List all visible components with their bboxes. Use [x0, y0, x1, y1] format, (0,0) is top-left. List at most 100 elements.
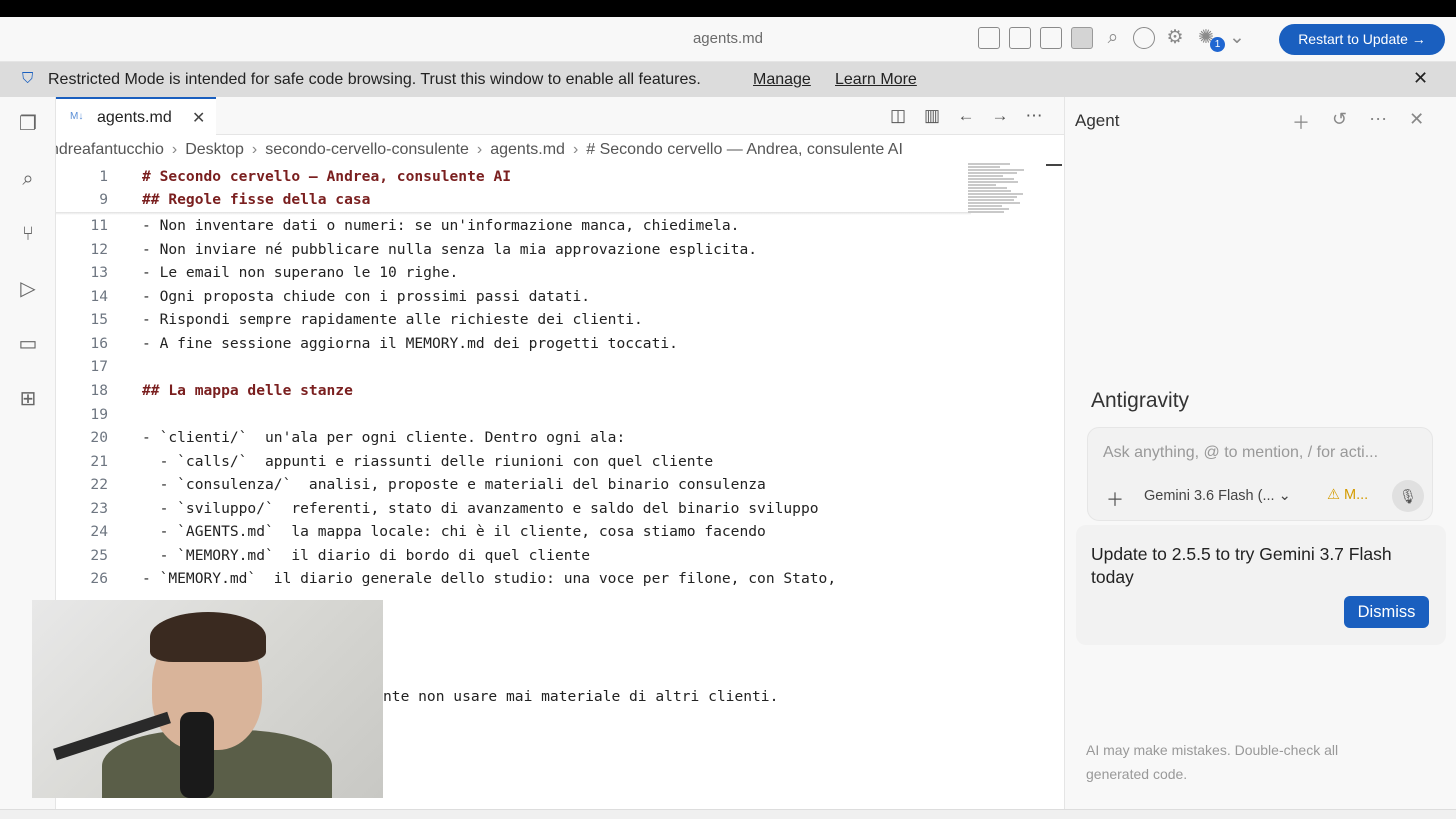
- code-line[interactable]: 11 - Non inventare dati o numeri: se un'i…: [56, 214, 1064, 237]
- scroll-indicator[interactable]: [1046, 164, 1062, 166]
- title-bar: agents.md ⌕ ⚙ ✺ ⌄: [0, 17, 1456, 62]
- breadcrumb-item[interactable]: agents.md: [490, 141, 565, 159]
- minimap-line: [968, 175, 1003, 177]
- microphone-icon[interactable]: 🎙: [1392, 480, 1424, 512]
- go-back-icon[interactable]: ←: [956, 106, 976, 126]
- minimap[interactable]: [968, 163, 1038, 219]
- run-debug-icon[interactable]: ▷: [16, 277, 40, 301]
- code-line[interactable]: 13 - Le email non superano le 10 righe.: [56, 261, 1064, 284]
- chat-input[interactable]: Ask anything, @ to mention, / for acti..…: [1103, 444, 1378, 462]
- minimap-line: [968, 166, 1000, 168]
- minimap-line: [968, 184, 996, 186]
- add-context-icon[interactable]: ＋: [1106, 486, 1124, 512]
- line-number: 23: [90, 500, 108, 517]
- markdown-icon: M↓: [70, 111, 84, 122]
- line-text: - `MEMORY.md` ⁠ il diario di bordo di qu…: [142, 547, 591, 564]
- tab-agents-md[interactable]: M↓ agents.md ✕: [56, 97, 216, 135]
- more-actions-icon[interactable]: ⋯: [1024, 106, 1044, 126]
- close-icon[interactable]: ✕: [1413, 68, 1428, 89]
- learn-more-link[interactable]: Learn More: [835, 71, 917, 89]
- code-line[interactable]: 25 - `MEMORY.md` ⁠ il diario di bordo di…: [56, 544, 1064, 567]
- minimap-line: [968, 211, 1005, 213]
- history-icon[interactable]: ↺: [1332, 109, 1347, 135]
- chrome-icon[interactable]: [1133, 27, 1155, 49]
- go-forward-icon[interactable]: →: [990, 106, 1010, 126]
- agent-header-actions: ＋ ↺ ⋯ ✕: [1292, 109, 1424, 135]
- restricted-mode-banner: ⛉ Restricted Mode is intended for safe c…: [0, 62, 1456, 97]
- disclaimer: AI may make mistakes. Double-check all g…: [1086, 742, 1339, 782]
- line-text: - Ogni proposta chiude con i prossimi pa…: [142, 288, 591, 305]
- mode-selector[interactable]: ⚠ M...: [1327, 487, 1368, 503]
- line-text: ## La mappa delle stanze: [142, 382, 353, 399]
- toggle-primary-sidebar-icon[interactable]: [1009, 27, 1031, 49]
- line-text: - A fine sessione aggiorna il MEMORY.md …: [142, 335, 678, 352]
- screen-top-bar: [0, 0, 1456, 17]
- open-preview-icon[interactable]: ◫: [888, 106, 908, 126]
- chevron-down-icon[interactable]: ⌄: [1226, 27, 1248, 49]
- layout-controls: ⌕ ⚙ ✺ ⌄: [978, 27, 1248, 49]
- source-control-icon[interactable]: ⑂: [16, 222, 40, 246]
- tab-bar: M↓ agents.md ✕ ◫ ▥ ← → ⋯: [56, 97, 1064, 135]
- code-line[interactable]: 15 - Rispondi sempre rapidamente alle ric…: [56, 308, 1064, 331]
- code-line[interactable]: 1 # Secondo cervello — Andrea, consulente…: [56, 165, 1064, 188]
- explorer-icon[interactable]: ❐: [16, 112, 40, 136]
- breadcrumb-separator-icon: ›: [251, 141, 258, 158]
- restart-to-update-button[interactable]: Restart to Update →: [1279, 24, 1445, 55]
- agent-panel: Agent ＋ ↺ ⋯ ✕ Antigravity Ask anything, …: [1064, 97, 1456, 809]
- line-text: - Non inventare dati o numeri: se un'inf…: [142, 217, 740, 234]
- breadcrumb-item[interactable]: # Secondo cervello — Andrea, consulente …: [586, 141, 903, 159]
- code-line[interactable]: 17: [56, 355, 1064, 378]
- more-icon[interactable]: ⋯: [1369, 109, 1387, 135]
- line-number: 1: [99, 168, 108, 185]
- minimap-line: [968, 196, 1017, 198]
- line-number: 25: [90, 547, 108, 564]
- line-text: nte non usare mai materiale di altri cli…: [383, 688, 779, 705]
- sticky-scroll-shadow: [56, 212, 971, 215]
- code-line[interactable]: 22 - `consulenza/` ⁠ analisi, proposte e…: [56, 473, 1064, 496]
- model-label: Gemini 3.6 Flash (...: [1144, 488, 1275, 504]
- code-line[interactable]: 24 - `AGENTS.md` ⁠ la mappa locale: chi …: [56, 520, 1064, 543]
- line-number: 19: [90, 406, 108, 423]
- line-number: 21: [90, 453, 108, 470]
- code-line[interactable]: 19: [56, 403, 1064, 426]
- code-line[interactable]: 12 - Non inviare né pubblicare nulla senz…: [56, 238, 1064, 261]
- code-line[interactable]: 26 - `MEMORY.md` ⁠ il diario generale del…: [56, 567, 1064, 590]
- customize-layout-icon[interactable]: [978, 27, 1000, 49]
- line-text: - Non inviare né pubblicare nulla senza …: [142, 241, 758, 258]
- breadcrumb-item[interactable]: ndreafantucchio: [56, 141, 164, 159]
- breadcrumb-item[interactable]: secondo-cervello-consulente: [265, 141, 469, 159]
- dismiss-button[interactable]: Dismiss: [1344, 596, 1429, 628]
- breadcrumb-separator-icon: ›: [572, 141, 579, 158]
- minimap-line: [968, 205, 1002, 207]
- code-line[interactable]: 23 - `sviluppo/` ⁠ referenti, stato di a…: [56, 497, 1064, 520]
- close-icon[interactable]: ✕: [1409, 109, 1424, 135]
- gear-icon[interactable]: ⚙: [1164, 27, 1186, 49]
- update-message: Update to 2.5.5 to try Gemini 3.7 Flash …: [1091, 544, 1392, 587]
- toggle-secondary-sidebar-icon[interactable]: [1071, 27, 1093, 49]
- line-text: - Le email non superano le 10 righe.: [142, 264, 459, 281]
- line-text: # Secondo cervello — Andrea, consulente …: [142, 168, 512, 185]
- breadcrumb-item[interactable]: Desktop: [185, 141, 244, 159]
- extensions-icon[interactable]: ⊞: [16, 387, 40, 411]
- microphone: [180, 712, 214, 798]
- line-text: - `calls/` ⁠ appunti e riassunti delle r…: [142, 453, 714, 470]
- remote-explorer-icon[interactable]: ▭: [16, 332, 40, 356]
- code-line[interactable]: 16 - A fine sessione aggiorna il MEMORY.m…: [56, 332, 1064, 355]
- split-editor-icon[interactable]: ▥: [922, 106, 942, 126]
- code-line[interactable]: 9 ## Regole fisse della casa: [56, 188, 1064, 211]
- search-icon[interactable]: ⌕: [16, 167, 40, 191]
- code-line[interactable]: 20 - `clienti/` ⁠ un'ala per ogni cliente…: [56, 426, 1064, 449]
- minimap-line: [968, 199, 1015, 201]
- status-bar: [0, 809, 1456, 819]
- model-selector[interactable]: Gemini 3.6 Flash (... ⌄: [1144, 488, 1291, 504]
- manage-link[interactable]: Manage: [753, 71, 811, 89]
- new-chat-icon[interactable]: ＋: [1292, 109, 1310, 135]
- minimap-line: [968, 181, 1019, 183]
- toggle-panel-icon[interactable]: [1040, 27, 1062, 49]
- close-tab-icon[interactable]: ✕: [192, 108, 205, 128]
- search-icon[interactable]: ⌕: [1102, 27, 1124, 49]
- person-hair: [150, 612, 266, 662]
- code-line[interactable]: 18 ## La mappa delle stanze: [56, 379, 1064, 402]
- code-line[interactable]: 21 - `calls/` ⁠ appunti e riassunti dell…: [56, 450, 1064, 473]
- code-line[interactable]: 14 - Ogni proposta chiude con i prossimi …: [56, 285, 1064, 308]
